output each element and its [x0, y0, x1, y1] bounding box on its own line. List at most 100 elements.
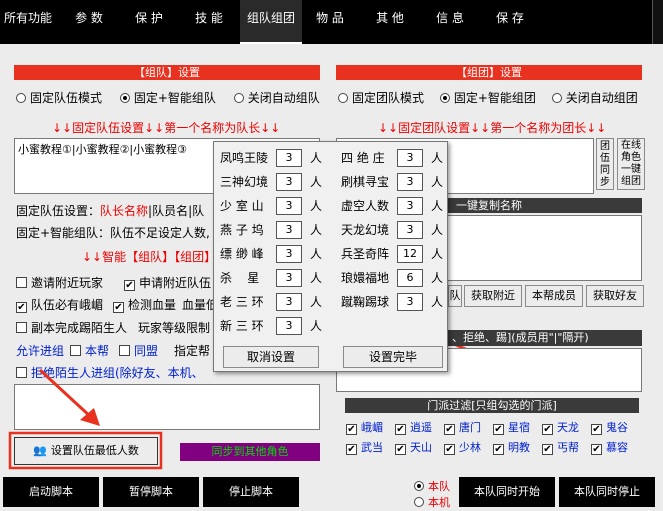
popup-row-left-0: 凤鸣王陵 3 人	[220, 148, 322, 168]
unit-label: 人	[431, 151, 444, 165]
checkmark-icon: ✔	[591, 444, 602, 455]
start-script-button[interactable]: 启动脚本	[3, 477, 99, 507]
unit-label: 人	[431, 223, 444, 237]
popup-row-right-4: 兵圣奇阵 12 人	[341, 244, 443, 264]
min-count-input[interactable]: 3	[276, 197, 302, 215]
unit-label: 人	[310, 199, 323, 213]
unit-label: 人	[431, 175, 444, 189]
unit-label: 人	[431, 295, 444, 309]
group-mode-smart[interactable]: 固定+智能组团	[439, 91, 536, 105]
dungeon-name: 虚空人数	[341, 199, 390, 213]
radio-local[interactable]: 本机	[414, 494, 450, 510]
group-mode-off[interactable]: 关闭自动组团	[551, 91, 638, 105]
min-count-input[interactable]: 3	[276, 293, 302, 311]
min-count-input[interactable]: 3	[276, 317, 302, 335]
dungeon-name: 三神幻境	[220, 175, 269, 189]
popup-row-left-6: 老 三 环 3人	[220, 292, 322, 312]
sect-label: 明教	[508, 441, 530, 454]
sect-label: 少林	[459, 441, 481, 454]
popup-row-right-1: 刷棋寻宝 3 人	[341, 172, 443, 192]
sect-label: 慕容	[606, 441, 628, 454]
checkmark-icon: ✔	[542, 444, 553, 455]
radio-team[interactable]: 本队	[414, 478, 450, 494]
popup-row-right-6: 蹴鞠踢球 3 人	[341, 292, 443, 312]
min-count-input[interactable]: 3	[397, 197, 423, 215]
min-count-input[interactable]: 3	[276, 221, 302, 239]
refuse-list-header: 、拒绝、踢](成员用"|"隔开)	[448, 330, 642, 346]
stop-script-button[interactable]: 停止脚本	[203, 477, 299, 507]
dungeon-name: 新 三 环	[220, 319, 264, 333]
get-friends-button[interactable]: 获取好友	[586, 285, 644, 307]
unit-label: 人	[431, 199, 444, 213]
checkmark-icon: ✔	[591, 424, 602, 435]
sect-checkbox[interactable]: ✔ 逍遥	[395, 419, 432, 435]
checkmark-icon: ✔	[444, 424, 455, 435]
sect-checkbox[interactable]: ✔ 鬼谷	[591, 419, 628, 435]
min-count-input[interactable]: 3	[397, 221, 423, 239]
sect-checkbox[interactable]: ✔ 明教	[493, 439, 530, 455]
sect-checkbox[interactable]: ✔ 峨嵋	[346, 419, 383, 435]
online-one-key-group-button[interactable]: 在线角色一键组团	[617, 138, 645, 190]
get-nearby-button[interactable]: 获取附近	[464, 285, 522, 307]
min-count-input[interactable]: 3	[397, 293, 423, 311]
dungeon-name: 燕 子 坞	[220, 223, 264, 237]
group-mode-fixed[interactable]: 固定团队模式	[338, 91, 424, 105]
checkmark-icon: ✔	[346, 424, 357, 435]
team-btn[interactable]: 队	[448, 285, 462, 307]
popup-row-right-3: 天龙幻境 3 人	[341, 220, 443, 240]
pause-script-button[interactable]: 暂停脚本	[103, 477, 199, 507]
dungeon-name: 老 三 环	[220, 295, 264, 309]
min-count-input[interactable]: 6	[397, 269, 423, 287]
sect-label: 天龙	[557, 421, 579, 434]
dungeon-name: 天龙幻境	[341, 223, 390, 237]
min-count-input[interactable]: 3	[276, 173, 302, 191]
checkmark-icon: ✔	[493, 424, 504, 435]
sect-filter-header: 门派过滤[只组勾选的门派]	[345, 398, 639, 413]
sect-checkbox[interactable]: ✔ 唐门	[444, 419, 481, 435]
group-header: 【组团】设置	[336, 65, 642, 80]
min-count-input[interactable]: 12	[397, 245, 423, 263]
cancel-settings-button[interactable]: 取消设置	[223, 346, 319, 368]
unit-label: 人	[310, 151, 323, 165]
popup-row-left-7: 新 三 环 3人	[220, 316, 322, 336]
sect-checkbox[interactable]: ✔ 星宿	[493, 419, 530, 435]
sect-label: 星宿	[508, 421, 530, 434]
guild-members-button[interactable]: 本帮成员	[525, 285, 583, 307]
group-sync-button[interactable]: 团伍同步	[596, 138, 614, 190]
popup-row-left-2: 少 室 山 3人	[220, 196, 322, 216]
min-count-input[interactable]: 3	[276, 269, 302, 287]
finish-settings-button[interactable]: 设置完毕	[343, 346, 443, 368]
min-team-popup: 凤鸣王陵 3 人三神幻境 3 人少 室 山3人燕 子 坞3人缥 缈 峰3人杀 星3人老 …	[213, 141, 448, 372]
popup-row-right-5: 琅嬛福地 6 人	[341, 268, 443, 288]
dungeon-name: 凤鸣王陵	[220, 151, 269, 165]
dungeon-name: 兵圣奇阵	[341, 247, 390, 261]
sect-checkbox[interactable]: ✔ 天山	[395, 439, 432, 455]
sect-checkbox[interactable]: ✔ 少林	[444, 439, 481, 455]
sect-checkbox[interactable]: ✔ 丐帮	[542, 439, 579, 455]
checkmark-icon: ✔	[395, 424, 406, 435]
popup-row-left-5: 杀 星 3人	[220, 268, 322, 288]
min-count-input[interactable]: 3	[397, 173, 423, 191]
team-stop-button[interactable]: 本队同时停止	[559, 477, 655, 507]
checkmark-icon: ✔	[444, 444, 455, 455]
min-count-input[interactable]: 3	[276, 245, 302, 263]
unit-label: 人	[431, 247, 444, 261]
dungeon-name: 少 室 山	[220, 199, 264, 213]
min-count-input[interactable]: 3	[397, 149, 423, 167]
team-start-button[interactable]: 本队同时开始	[459, 477, 555, 507]
min-count-input[interactable]: 3	[276, 149, 302, 167]
sect-checkbox[interactable]: ✔ 武当	[346, 439, 383, 455]
checkmark-icon: ✔	[493, 444, 504, 455]
popup-row-left-4: 缥 缈 峰 3人	[220, 244, 322, 264]
group-rule: ↓↓固定团队设置↓↓第一个名称为团长↓↓	[378, 121, 607, 135]
unit-label: 人	[310, 295, 323, 309]
checkmark-icon: ✔	[395, 444, 406, 455]
dungeon-name: 琅嬛福地	[341, 271, 390, 285]
dungeon-name: 杀 星	[220, 271, 260, 285]
dungeon-name: 刷棋寻宝	[341, 175, 390, 189]
sect-checkbox[interactable]: ✔ 慕容	[591, 439, 628, 455]
sect-label: 鬼谷	[606, 421, 628, 434]
unit-label: 人	[310, 319, 323, 333]
popup-row-right-0: 四 绝 庄 3人	[341, 148, 443, 168]
sect-checkbox[interactable]: ✔ 天龙	[542, 419, 579, 435]
